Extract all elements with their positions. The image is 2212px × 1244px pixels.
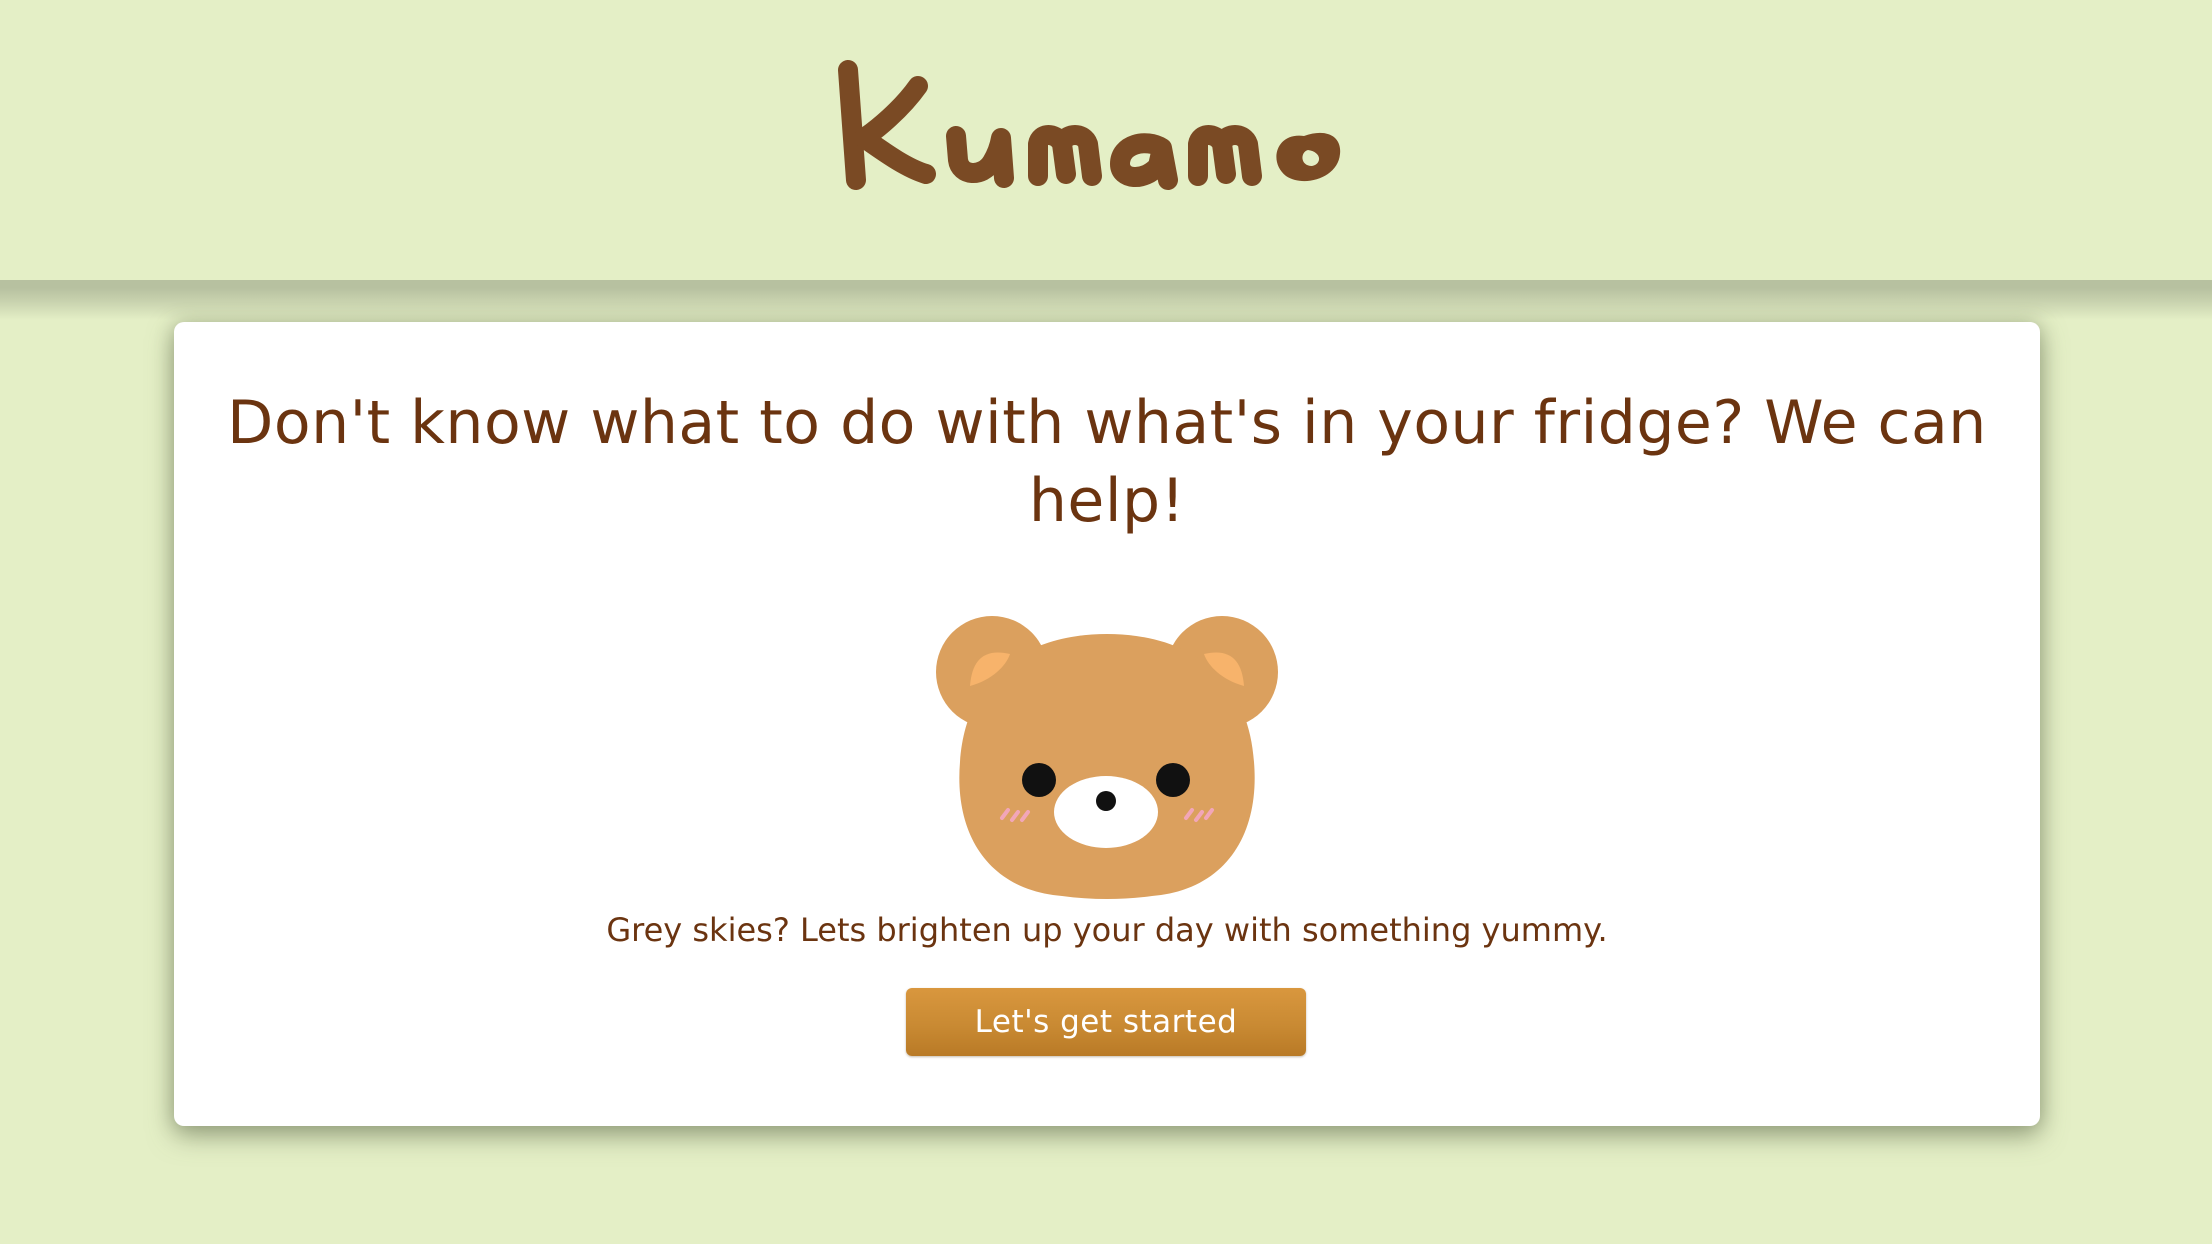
bear-face-icon [932,590,1282,910]
hero-card: Don't know what to do with what's in you… [174,322,2040,1126]
hero-tagline: Grey skies? Lets brighten up your day wi… [606,911,1608,949]
site-header: Kumamo [0,0,2212,280]
logo[interactable]: Kumamo [0,40,2212,220]
header-shadow [0,280,2212,320]
kumamo-wordmark-icon [838,60,1341,190]
get-started-button[interactable]: Let's get started [906,988,1306,1056]
page: Kumamo [0,0,2212,1244]
hero-headline: Don't know what to do with what's in you… [227,388,1987,536]
